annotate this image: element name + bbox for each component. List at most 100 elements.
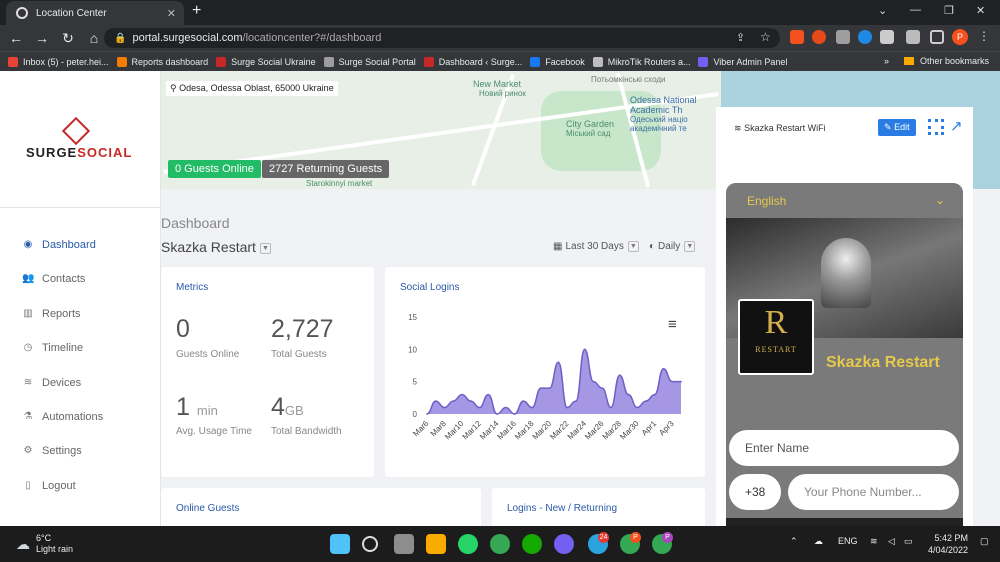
whatsapp-icon[interactable] [458,534,478,554]
extension-icon-1[interactable] [790,30,804,44]
file-explorer-icon[interactable] [426,534,446,554]
extension-icon-5[interactable] [880,30,894,44]
sidebar-divider [0,207,161,208]
bookmark-favicon-icon [216,56,227,67]
tab-close-icon[interactable]: ✕ [167,7,176,20]
map-label: City Garden [566,119,615,129]
bookmark-label: Surge Social Ukraine [231,56,316,67]
bookmark-item[interactable]: Facebook [530,56,585,67]
clock[interactable]: 5:42 PM 4/04/2022 [928,532,968,556]
sidebar-item-timeline[interactable]: ◷ Timeline [22,342,84,354]
chevron-down-icon[interactable]: ▼ [259,242,271,254]
submit-button[interactable] [726,518,963,526]
new-tab-button[interactable]: + [192,2,201,20]
extension-icon-4[interactable] [858,30,872,44]
chevron-down-icon[interactable]: ▼ [627,241,639,252]
edit-button[interactable]: ✎ Edit [878,119,916,136]
phone-input[interactable]: Your Phone Number... [788,474,959,510]
reports-icon: ▥ [23,308,33,319]
bookmark-item[interactable]: Viber Admin Panel [698,56,787,67]
data-point [610,406,612,409]
back-icon[interactable]: ← [4,30,28,46]
bookmark-item[interactable]: Reports dashboard [116,56,208,67]
wifi-icon: ≋ [23,377,33,388]
task-view-icon[interactable] [394,534,414,554]
maximize-button[interactable]: ❐ [944,4,954,17]
sidepanel-icon[interactable] [930,30,944,44]
sidebar-item-logout[interactable]: ▯ Logout [22,480,75,492]
sidebar: SURGESOCIAL ◉ Dashboard 👥 Contacts ▥ Reports ◷… [0,71,161,526]
data-point [575,400,577,402]
country-code: +38 [745,485,766,499]
x-tick-label: Apr3 [657,419,676,438]
language-select[interactable]: English ⌄ [726,183,963,218]
close-window-button[interactable]: ✕ [976,4,985,17]
battery-icon[interactable]: ▭ [904,536,913,547]
online-guests-title: Online Guests [176,503,240,514]
bookmark-favicon-icon [530,56,541,67]
data-point [496,413,498,415]
guests-online-button[interactable]: 0 Guests Online [168,160,261,178]
lock-icon: 🔒 [114,32,127,44]
location-selector[interactable]: Skazka Restart ▼ [161,239,271,255]
onedrive-icon[interactable]: ☁ [814,536,823,547]
notifications-icon[interactable]: ▢ [980,536,989,547]
country-code-select[interactable]: +38 [729,474,781,510]
bookmark-item[interactable]: Inbox (5) - peter.hei... [8,56,109,67]
date-range-selector[interactable]: ▦ Last 30 Days ▼ [553,241,639,252]
weather-widget[interactable]: ☁ 6°C Light rain [16,533,73,555]
external-link-icon[interactable]: ↗ [950,117,963,135]
sidebar-item-label: Timeline [42,342,84,354]
menu-kebab-icon[interactable]: ⋮ [978,29,990,43]
browser-tab[interactable]: Location Center ✕ [6,1,184,25]
sidebar-item-dashboard[interactable]: ◉ Dashboard [22,239,96,251]
search-icon[interactable] [362,536,378,552]
bookmark-item[interactable]: MikroTik Routers a... [592,56,690,67]
page-title: Dashboard [161,215,230,231]
extension-icon-3[interactable] [836,30,850,44]
map-label: Starokinnyi market [306,179,373,188]
sidebar-item-reports[interactable]: ▥ Reports [22,308,80,320]
map-label: Одеський націо [630,115,688,124]
viber-icon[interactable] [554,534,574,554]
home-icon[interactable]: ⌂ [82,30,106,46]
network-icon[interactable]: ≋ [870,536,878,547]
minimize-button[interactable]: — [910,4,921,16]
chevron-down-icon[interactable]: ▼ [684,241,696,252]
share-icon[interactable]: ⇪ [736,31,745,44]
qr-code-icon[interactable] [928,119,944,135]
other-bookmarks[interactable]: Other bookmarks [904,56,989,66]
url-bar[interactable]: 🔒 portal.surgesocial.com/locationcenter?… [104,28,780,48]
language-indicator[interactable]: ENG [838,536,858,546]
profile-avatar[interactable]: P [952,29,968,45]
name-placeholder: Enter Name [745,441,810,455]
forward-icon[interactable]: → [30,30,54,46]
sidebar-item-contacts[interactable]: 👥 Contacts [22,273,85,285]
extension-icon-2[interactable] [812,30,826,44]
puzzle-icon[interactable] [906,30,920,44]
data-point [452,400,455,402]
location-name: Skazka Restart [161,239,256,255]
tab-search-icon[interactable]: ⌄ [878,4,887,17]
map-label: Odessa National [630,95,697,105]
bookmarks-overflow-button[interactable]: » [884,56,889,66]
data-point [434,400,437,402]
sidebar-item-automations[interactable]: ⚗ Automations [22,411,104,423]
bookmark-item[interactable]: Dashboard ‹ Surge... [423,56,522,67]
bookmark-item[interactable]: Surge Social Portal [323,56,416,67]
sidebar-item-devices[interactable]: ≋ Devices [22,377,81,389]
logins-title: Logins - New / Returning [507,503,618,514]
interval-selector[interactable]: ◐ Daily ▼ [649,241,696,252]
chrome-icon[interactable] [490,534,510,554]
tray-chevron-icon[interactable]: ⌃ [790,536,798,547]
windows-start-icon[interactable] [330,534,350,554]
bookmark-item[interactable]: Surge Social Ukraine [216,56,316,67]
name-input[interactable]: Enter Name [729,430,959,466]
bookmark-star-icon[interactable]: ☆ [760,30,771,44]
returning-guests-button[interactable]: 2727 Returning Guests [262,160,390,178]
reload-icon[interactable]: ↻ [56,30,80,47]
volume-icon[interactable]: ◁ [888,536,895,547]
half-circle-icon: ◐ [649,241,656,252]
sidebar-item-settings[interactable]: ⚙ Settings [22,445,82,457]
upwork-icon[interactable] [522,534,542,554]
